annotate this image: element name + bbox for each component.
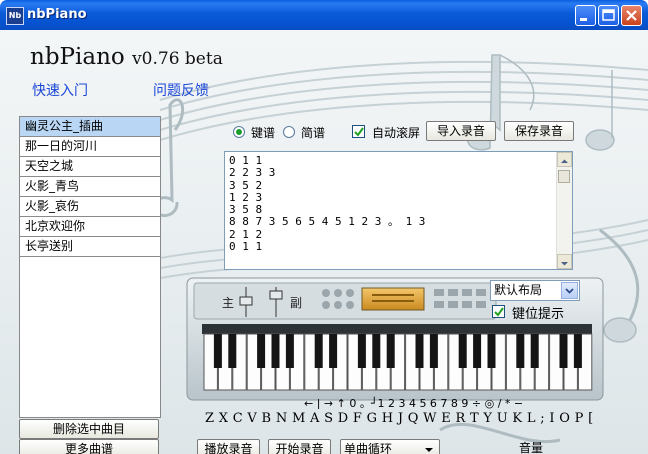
black-key[interactable] <box>530 334 539 368</box>
feedback-link[interactable]: 问题反馈 <box>153 80 209 100</box>
layout-select-value: 默认布局 <box>494 283 543 297</box>
black-key[interactable] <box>329 334 338 368</box>
sub-voice-label: 副 <box>290 296 302 310</box>
black-key[interactable] <box>271 334 280 368</box>
volume-label: 音量 <box>519 441 544 454</box>
key-bed <box>202 324 592 334</box>
black-key[interactable] <box>573 334 582 368</box>
title-bar[interactable]: Nb nbPiano <box>0 0 648 30</box>
song-item[interactable]: 幽灵公主_插曲 <box>20 117 160 137</box>
close-button[interactable] <box>621 5 642 26</box>
scroll-thumb[interactable] <box>558 170 570 183</box>
black-key[interactable] <box>487 334 496 368</box>
layout-select[interactable]: 默认布局 <box>490 280 580 301</box>
autoscroll-label: 自动滚屏 <box>372 126 421 140</box>
window-title: nbPiano <box>27 7 87 22</box>
notation-text[interactable]: 0 1 1 2 2 3 3 3 5 2 1 2 3 3 5 8 8 8 7 3 … <box>229 154 555 253</box>
song-item[interactable]: 火影_哀伤 <box>20 197 160 217</box>
app-version: v0.76 beta <box>132 49 223 69</box>
import-recording-button[interactable]: 导入录音 <box>426 121 496 141</box>
black-key[interactable] <box>473 334 482 368</box>
black-key[interactable] <box>357 334 366 368</box>
scroll-down-button[interactable] <box>557 254 572 269</box>
minimize-button[interactable] <box>575 5 596 26</box>
black-key[interactable] <box>213 334 222 368</box>
black-key[interactable] <box>314 334 323 368</box>
autoscroll-checkbox[interactable] <box>352 125 365 138</box>
quick-start-link[interactable]: 快速入门 <box>32 80 88 100</box>
song-item[interactable]: 火影_青鸟 <box>20 177 160 197</box>
notation-textarea[interactable]: 0 1 1 2 2 3 3 3 5 2 1 2 3 3 5 8 8 8 7 3 … <box>224 151 573 270</box>
delete-song-button[interactable]: 删除选中曲目 <box>19 419 159 439</box>
maximize-button[interactable] <box>598 5 619 26</box>
bottom-keymap-label: Z X C V B N M A S D F G H J Q W E R T Y … <box>205 411 594 426</box>
scroll-up-button[interactable] <box>557 152 572 167</box>
loop-mode-select[interactable]: 单曲循环 <box>340 439 440 454</box>
black-key[interactable] <box>386 334 395 368</box>
app-icon: Nb <box>6 7 24 25</box>
check-icon <box>494 307 504 317</box>
black-key[interactable] <box>559 334 568 368</box>
key-hint-label: 键位提示 <box>512 307 565 322</box>
key-hint-checkbox[interactable] <box>492 305 505 318</box>
maximize-icon <box>602 9 615 21</box>
play-recording-button[interactable]: 播放录音 <box>197 439 260 454</box>
keyboard-notation-label: 键谱 <box>251 126 276 140</box>
chevron-down-icon <box>425 448 433 452</box>
dropdown-button[interactable] <box>561 282 578 299</box>
black-key[interactable] <box>372 334 381 368</box>
more-songs-button[interactable]: 更多曲谱 <box>19 439 159 454</box>
black-key[interactable] <box>228 334 237 368</box>
start-recording-button[interactable]: 开始录音 <box>268 439 331 454</box>
app-name-heading: nbPiano v0.76 beta <box>30 44 223 70</box>
top-keymap-label: ← | → ↑ 0 。┘1 2 3 4 5 6 7 8 9 ÷ ◎ / * − <box>304 396 523 409</box>
numbered-notation-label: 简谱 <box>301 126 326 140</box>
chevron-down-icon <box>565 288 574 294</box>
lcd-display <box>361 287 425 311</box>
song-item[interactable]: 那一日的河川 <box>20 137 160 157</box>
main-window: Nb nbPiano nbPiano v0.76 beta 快速入门 问题反馈 … <box>0 0 648 454</box>
song-list[interactable]: 幽灵公主_插曲 那一日的河川 天空之城 火影_青鸟 火影_哀伤 北京欢迎你 长亭… <box>19 116 161 418</box>
loop-mode-value: 单曲循环 <box>344 442 393 454</box>
black-key[interactable] <box>285 334 294 368</box>
close-icon <box>626 10 637 21</box>
notation-scrollbar[interactable] <box>556 152 572 269</box>
song-item[interactable]: 天空之城 <box>20 157 160 177</box>
song-item[interactable]: 北京欢迎你 <box>20 217 160 237</box>
song-item[interactable]: 长亭送别 <box>20 237 160 257</box>
client-area: nbPiano v0.76 beta 快速入门 问题反馈 幽灵公主_插曲 那一日… <box>0 30 648 454</box>
up-arrow-icon <box>561 159 568 163</box>
app-name: nbPiano <box>30 44 125 70</box>
black-key[interactable] <box>458 334 467 368</box>
keyboard-notation-radio[interactable] <box>233 126 245 138</box>
down-arrow-icon <box>561 262 568 266</box>
numbered-notation-radio[interactable] <box>283 126 295 138</box>
black-key[interactable] <box>415 334 424 368</box>
check-icon <box>354 127 364 137</box>
black-key[interactable] <box>516 334 525 368</box>
save-recording-button[interactable]: 保存录音 <box>504 121 574 141</box>
black-key[interactable] <box>429 334 438 368</box>
main-voice-label: 主 <box>222 296 234 310</box>
black-key[interactable] <box>257 334 266 368</box>
minimize-icon <box>580 18 587 21</box>
